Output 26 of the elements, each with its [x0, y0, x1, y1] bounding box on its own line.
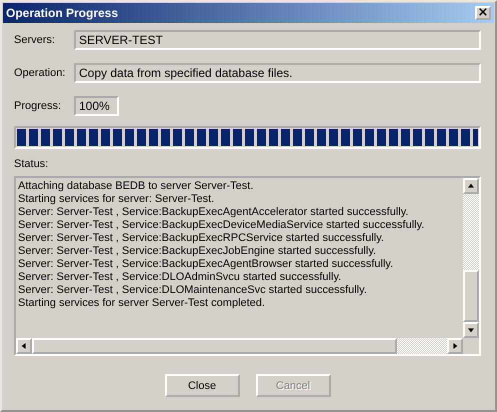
scroll-down-icon[interactable]: [463, 322, 479, 338]
scroll-thumb[interactable]: [463, 270, 479, 322]
read-only-field: SERVER-TEST: [74, 30, 481, 50]
scroll-right-icon[interactable]: [447, 338, 463, 354]
log-line: Server: Server-Test , Service:DLOMaintenanceSvc started successfully.: [18, 284, 368, 297]
log-line: Starting services for server Server-Test completed.: [18, 297, 266, 310]
window-title: Operation Progress: [6, 6, 118, 20]
log-line: Server: Server-Test , Service:BackupExecJobEngine started successfully.: [18, 245, 378, 258]
progress-reading: 100%: [74, 96, 119, 116]
log-line: Server: Server-Test , Service:BackupExecDeviceMediaService started successfully.: [18, 219, 426, 232]
field-label: Progress:: [14, 100, 62, 112]
field-label: Operation:: [14, 67, 66, 79]
log-line: Server: Server-Test , Service:BackupExecAgentBrowser started successfully.: [18, 258, 394, 271]
log-line: Server: Server-Test , Service:BackupExecAgentAccelerator started successfully.: [18, 206, 410, 219]
log-line: Server: Server-Test , Service:DLOAdminSvcu started successfully.: [18, 271, 342, 284]
scroll-thumb[interactable]: [32, 338, 397, 354]
scroll-up-icon[interactable]: [463, 178, 479, 194]
scroll-left-icon[interactable]: [16, 338, 32, 354]
close-button[interactable]: ×: [475, 6, 491, 20]
field-label: Servers:: [14, 34, 56, 46]
log-line: Server: Server-Test , Service:BackupExecRPCService started successfully.: [18, 232, 385, 245]
read-only-field: Copy data from specified database files.: [74, 63, 481, 83]
dialog-button[interactable]: Close: [164, 374, 240, 397]
log-line: Attaching database BEDB to server Server-Test.: [18, 180, 254, 193]
status-label: Status:: [14, 158, 50, 170]
log-line: Starting services for server: Server-Test.: [18, 193, 216, 206]
